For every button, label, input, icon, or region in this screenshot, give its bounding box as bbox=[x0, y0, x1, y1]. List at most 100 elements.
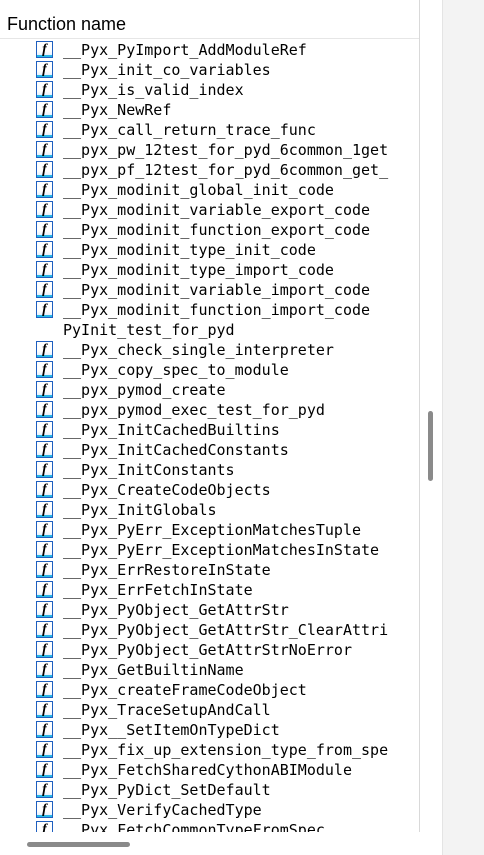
function-icon: f bbox=[36, 381, 53, 398]
function-name: __Pyx_GetBuiltinName bbox=[63, 661, 244, 679]
function-name: __Pyx_call_return_trace_func bbox=[63, 121, 316, 139]
function-name: __Pyx_CreateCodeObjects bbox=[63, 481, 271, 499]
function-icon: f bbox=[36, 201, 53, 218]
function-name: __Pyx_PyErr_ExceptionMatchesInState bbox=[63, 541, 380, 559]
horizontal-scrollbar-thumb[interactable] bbox=[27, 842, 130, 847]
function-name: __Pyx_init_co_variables bbox=[63, 61, 271, 79]
function-row[interactable]: f __pyx_pf_12test_for_pyd_6common_get_ bbox=[0, 160, 420, 180]
function-row[interactable]: f __Pyx_check_single_interpreter bbox=[0, 340, 420, 360]
function-row[interactable]: f __Pyx_modinit_function_import_code bbox=[0, 300, 420, 320]
function-name: __Pyx_FetchSharedCythonABIModule bbox=[63, 761, 352, 779]
function-row[interactable]: f __Pyx_init_co_variables bbox=[0, 60, 420, 80]
function-row[interactable]: f __Pyx_TraceSetupAndCall bbox=[0, 700, 420, 720]
function-name: __Pyx_InitCachedBuiltins bbox=[63, 421, 280, 439]
function-row[interactable]: f __Pyx_InitCachedBuiltins bbox=[0, 420, 420, 440]
function-row[interactable]: f __Pyx_call_return_trace_func bbox=[0, 120, 420, 140]
function-icon: f bbox=[36, 81, 53, 98]
function-row[interactable]: f __Pyx_fix_up_extension_type_from_spe bbox=[0, 740, 420, 760]
function-row[interactable]: f __Pyx_CreateCodeObjects bbox=[0, 480, 420, 500]
function-name: __Pyx_fix_up_extension_type_from_spe bbox=[63, 741, 389, 759]
function-row[interactable]: f __pyx_pymod_exec_test_for_pyd bbox=[0, 400, 420, 420]
function-row[interactable]: f __Pyx_copy_spec_to_module bbox=[0, 360, 420, 380]
function-row[interactable]: f __Pyx_modinit_type_init_code bbox=[0, 240, 420, 260]
function-icon: f bbox=[36, 721, 53, 738]
function-row[interactable]: f __Pyx_PyErr_ExceptionMatchesTuple bbox=[0, 520, 420, 540]
column-header[interactable]: Function name bbox=[0, 6, 419, 39]
function-name: __Pyx_PyObject_GetAttrStrNoError bbox=[63, 641, 352, 659]
function-name: __Pyx__SetItemOnTypeDict bbox=[63, 721, 280, 739]
function-row[interactable]: f __Pyx_PyImport_AddModuleRef bbox=[0, 40, 420, 60]
function-row[interactable]: f __Pyx_modinit_variable_import_code bbox=[0, 280, 420, 300]
adjacent-pane bbox=[442, 0, 484, 855]
function-name: __Pyx_NewRef bbox=[63, 101, 172, 119]
function-name: __Pyx_InitCachedConstants bbox=[63, 441, 289, 459]
function-row[interactable]: f __Pyx__SetItemOnTypeDict bbox=[0, 720, 420, 740]
function-name: __Pyx_PyDict_SetDefault bbox=[63, 781, 271, 799]
function-row[interactable]: f __Pyx_modinit_function_export_code bbox=[0, 220, 420, 240]
function-row[interactable]: f __Pyx_ErrRestoreInState bbox=[0, 560, 420, 580]
function-row[interactable]: f __Pyx_InitConstants bbox=[0, 460, 420, 480]
function-name: __pyx_pf_12test_for_pyd_6common_get_ bbox=[63, 161, 389, 179]
function-name: PyInit_test_for_pyd bbox=[63, 321, 235, 339]
function-name: __Pyx_modinit_function_export_code bbox=[63, 221, 371, 239]
function-row[interactable]: f __Pyx_FetchSharedCythonABIModule bbox=[0, 760, 420, 780]
function-icon: f bbox=[36, 781, 53, 798]
function-name: __Pyx_PyObject_GetAttrStr_ClearAttri bbox=[63, 621, 389, 639]
function-icon: f bbox=[36, 281, 53, 298]
function-icon: f bbox=[36, 761, 53, 778]
function-name: __Pyx_copy_spec_to_module bbox=[63, 361, 289, 379]
function-name: __Pyx_FetchCommonTypeFromSpec bbox=[63, 821, 325, 832]
function-row[interactable]: f __Pyx_VerifyCachedType bbox=[0, 800, 420, 820]
function-row[interactable]: f __Pyx_InitGlobals bbox=[0, 500, 420, 520]
function-row[interactable]: f __Pyx_FetchCommonTypeFromSpec bbox=[0, 820, 420, 832]
function-row[interactable]: f __Pyx_modinit_global_init_code bbox=[0, 180, 420, 200]
function-icon: f bbox=[36, 301, 53, 318]
function-row[interactable]: f __Pyx_PyDict_SetDefault bbox=[0, 780, 420, 800]
function-row[interactable]: f __Pyx_PyErr_ExceptionMatchesInState bbox=[0, 540, 420, 560]
function-name: __Pyx_modinit_type_import_code bbox=[63, 261, 334, 279]
column-header-label: Function name bbox=[7, 14, 127, 34]
function-name: __Pyx_InitGlobals bbox=[63, 501, 217, 519]
function-icon: f bbox=[36, 241, 53, 258]
function-name: __Pyx_TraceSetupAndCall bbox=[63, 701, 271, 719]
function-icon: f bbox=[36, 261, 53, 278]
function-row[interactable]: f __pyx_pw_12test_for_pyd_6common_1get bbox=[0, 140, 420, 160]
function-icon: f bbox=[36, 361, 53, 378]
function-icon: f bbox=[36, 681, 53, 698]
function-name: __Pyx_check_single_interpreter bbox=[63, 341, 334, 359]
function-row[interactable]: f __pyx_pymod_create bbox=[0, 380, 420, 400]
function-row[interactable]: f __Pyx_PyObject_GetAttrStrNoError bbox=[0, 640, 420, 660]
function-icon: f bbox=[36, 441, 53, 458]
function-row[interactable]: f __Pyx_createFrameCodeObject bbox=[0, 680, 420, 700]
function-name: __Pyx_PyImport_AddModuleRef bbox=[63, 41, 307, 59]
function-icon: f bbox=[36, 101, 53, 118]
function-icon: f bbox=[36, 541, 53, 558]
function-row[interactable]: f __Pyx_modinit_variable_export_code bbox=[0, 200, 420, 220]
function-icon: f bbox=[36, 521, 53, 538]
function-name: __Pyx_is_valid_index bbox=[63, 81, 244, 99]
function-row[interactable]: PyInit_test_for_pyd bbox=[0, 320, 420, 340]
function-name: __Pyx_VerifyCachedType bbox=[63, 801, 262, 819]
function-name: __Pyx_modinit_global_init_code bbox=[63, 181, 334, 199]
function-row[interactable]: f __Pyx_modinit_type_import_code bbox=[0, 260, 420, 280]
function-row[interactable]: f __Pyx_InitCachedConstants bbox=[0, 440, 420, 460]
function-icon: f bbox=[36, 801, 53, 818]
function-row[interactable]: f __Pyx_ErrFetchInState bbox=[0, 580, 420, 600]
function-icon: f bbox=[36, 621, 53, 638]
function-row[interactable]: f __Pyx_GetBuiltinName bbox=[0, 660, 420, 680]
function-row[interactable]: f __Pyx_is_valid_index bbox=[0, 80, 420, 100]
vertical-scrollbar-thumb[interactable] bbox=[428, 411, 433, 481]
function-icon: f bbox=[36, 641, 53, 658]
function-icon: f bbox=[36, 481, 53, 498]
function-icon: f bbox=[36, 121, 53, 138]
function-name: __Pyx_modinit_variable_export_code bbox=[63, 201, 371, 219]
function-list[interactable]: f __Pyx_PyImport_AddModuleRef f __Pyx_init_… bbox=[0, 40, 420, 832]
function-row[interactable]: f __Pyx_PyObject_GetAttrStr bbox=[0, 600, 420, 620]
function-icon: f bbox=[36, 561, 53, 578]
function-icon: f bbox=[36, 501, 53, 518]
function-row[interactable]: f __Pyx_PyObject_GetAttrStr_ClearAttri bbox=[0, 620, 420, 640]
function-row[interactable]: f __Pyx_NewRef bbox=[0, 100, 420, 120]
function-icon: f bbox=[36, 401, 53, 418]
function-name: __Pyx_createFrameCodeObject bbox=[63, 681, 307, 699]
function-icon: f bbox=[36, 221, 53, 238]
